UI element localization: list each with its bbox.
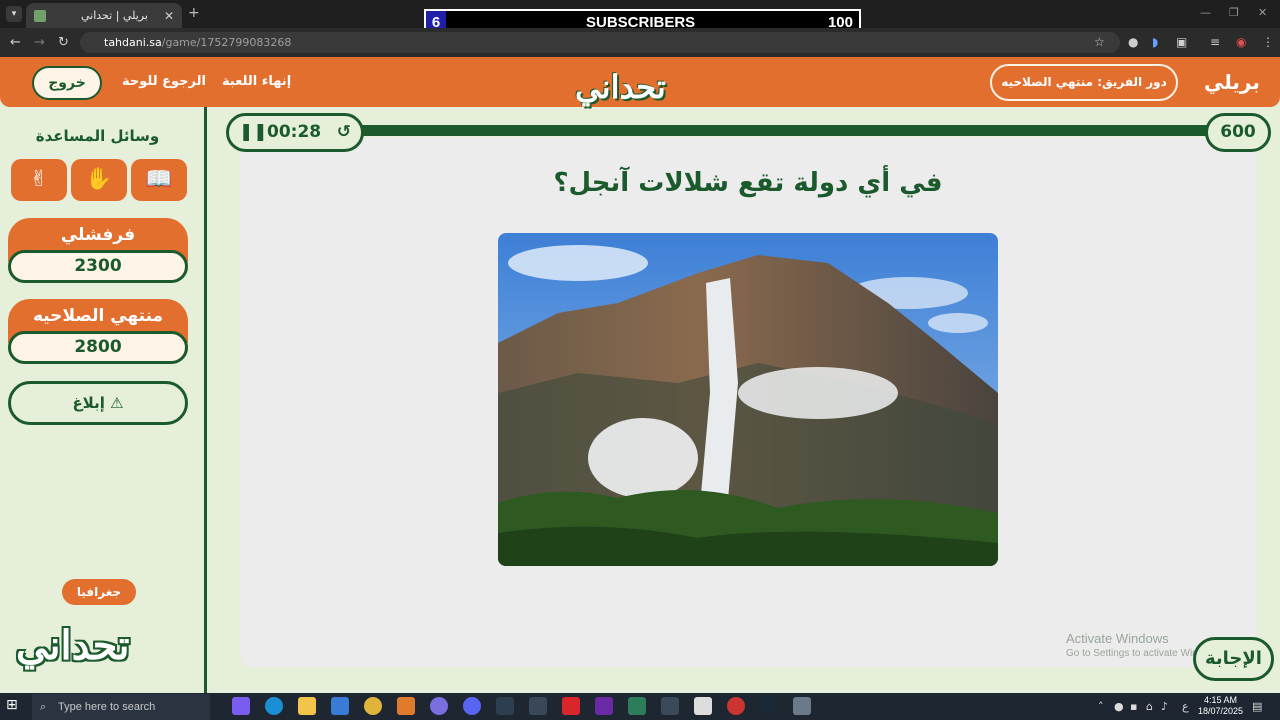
report-label: إبلاغ bbox=[72, 394, 105, 412]
favicon-icon bbox=[34, 9, 46, 22]
turn-team: منتهي الصلاحيه bbox=[1001, 75, 1094, 89]
volume-icon[interactable]: ♪ bbox=[1161, 700, 1168, 713]
reset-timer-icon[interactable]: ↺ bbox=[337, 116, 351, 149]
steam-icon[interactable] bbox=[760, 697, 778, 715]
copilot-icon[interactable] bbox=[232, 697, 250, 715]
taskbar-search-placeholder: Type here to search bbox=[58, 701, 156, 713]
app-icon[interactable] bbox=[793, 697, 811, 715]
warning-icon: ⚠ bbox=[110, 394, 124, 412]
back-to-board-button[interactable]: الرجوع للوحة bbox=[122, 74, 206, 89]
tab-title: بريلي | تحداني bbox=[81, 9, 148, 22]
tray-app-icon[interactable]: ▪ bbox=[1130, 700, 1137, 713]
windows-start-icon[interactable]: ⊞ bbox=[6, 697, 18, 713]
report-button[interactable]: إبلاغ ⚠ bbox=[8, 381, 188, 425]
app-icon[interactable] bbox=[562, 697, 580, 715]
tab-search-button[interactable]: ▾ bbox=[6, 6, 22, 22]
reload-icon[interactable]: ↻ bbox=[58, 35, 69, 50]
extensions-puzzle-icon[interactable]: ▣ bbox=[1176, 35, 1187, 49]
app-icon[interactable] bbox=[595, 697, 613, 715]
help-tools-title: وسائل المساعدة bbox=[35, 127, 160, 145]
extension-icon[interactable]: ● bbox=[1128, 35, 1138, 49]
sound-extension-icon[interactable]: ◗ bbox=[1152, 35, 1158, 49]
tray-chevron-icon[interactable]: ˄ bbox=[1098, 700, 1104, 713]
pause-icon[interactable]: ❚❚ bbox=[239, 116, 268, 149]
timer-value: 00:28 bbox=[267, 122, 322, 142]
clock-date: 18/07/2025 bbox=[1198, 706, 1244, 716]
category-badge: جغرافيا bbox=[62, 579, 136, 605]
timer: ❚❚ 00:28 ↺ bbox=[226, 113, 364, 152]
timer-track bbox=[340, 125, 1220, 136]
book-icon[interactable]: 📖 bbox=[131, 159, 187, 201]
clock-time: 4:15 AM bbox=[1204, 695, 1238, 705]
question-text: في أي دولة تقع شلالات آنجل؟ bbox=[553, 168, 943, 198]
file-explorer-icon[interactable] bbox=[298, 697, 316, 715]
address-bar[interactable]: tahdani.sa/game/1752799083268 bbox=[80, 32, 1120, 53]
edge-icon[interactable] bbox=[265, 697, 283, 715]
exit-button[interactable]: خروج bbox=[32, 66, 102, 100]
hand-icon[interactable]: ✋ bbox=[71, 159, 127, 201]
back-icon[interactable]: ← bbox=[10, 35, 21, 50]
minimize-icon[interactable]: — bbox=[1200, 6, 1211, 19]
close-window-icon[interactable]: ✕ bbox=[1258, 6, 1267, 19]
turn-label: دور الفريق: bbox=[1097, 75, 1167, 89]
chrome-icon[interactable] bbox=[364, 697, 382, 715]
app-icon[interactable] bbox=[694, 697, 712, 715]
app-icon[interactable] bbox=[529, 697, 547, 715]
app-icon[interactable] bbox=[628, 697, 646, 715]
discord-icon[interactable] bbox=[430, 697, 448, 715]
taskbar-clock[interactable]: 4:15 AM 18/07/2025 bbox=[1198, 695, 1243, 717]
store-icon[interactable] bbox=[331, 697, 349, 715]
game-name: بريلي bbox=[1204, 70, 1260, 94]
peace-icon[interactable]: ✌ bbox=[11, 159, 67, 201]
notifications-icon[interactable]: ▤ bbox=[1252, 700, 1262, 713]
turn-indicator: دور الفريق: منتهي الصلاحيه bbox=[990, 64, 1178, 101]
sidebar-logo: تحداني bbox=[16, 622, 130, 669]
show-answer-button[interactable]: الإجابة bbox=[1193, 637, 1274, 681]
input-language[interactable]: ع bbox=[1182, 700, 1189, 713]
bookmark-star-icon[interactable]: ☆ bbox=[1094, 35, 1105, 49]
app-icon[interactable] bbox=[727, 697, 745, 715]
reading-list-icon[interactable]: ≡ bbox=[1210, 35, 1220, 49]
restore-icon[interactable]: ❐ bbox=[1229, 6, 1239, 19]
browser-tab[interactable]: بريلي | تحداني ✕ bbox=[26, 3, 182, 28]
team-score: 2800 bbox=[8, 331, 188, 364]
team-score: 2300 bbox=[8, 250, 188, 283]
url-host: tahdani.sa bbox=[104, 36, 162, 49]
profile-avatar-icon[interactable]: ◉ bbox=[1236, 35, 1246, 49]
browser-menu-icon[interactable]: ⋮ bbox=[1262, 35, 1274, 49]
app-icon[interactable] bbox=[661, 697, 679, 715]
search-icon: ⌕ bbox=[40, 701, 47, 713]
taskbar-search[interactable]: ⌕ Type here to search bbox=[32, 694, 210, 720]
question-image bbox=[498, 233, 998, 566]
app-icon[interactable] bbox=[496, 697, 514, 715]
tab-close-icon[interactable]: ✕ bbox=[164, 9, 174, 23]
discord-icon[interactable] bbox=[463, 697, 481, 715]
new-tab-button[interactable]: + bbox=[188, 5, 200, 21]
end-game-button[interactable]: إنهاء اللعبة bbox=[222, 74, 291, 89]
app-icon[interactable] bbox=[397, 697, 415, 715]
network-icon[interactable]: ⌂ bbox=[1146, 700, 1153, 713]
forward-icon[interactable]: → bbox=[34, 35, 45, 50]
url-path: /game/1752799083268 bbox=[161, 36, 292, 49]
header-logo: تحداني bbox=[575, 68, 666, 106]
microphone-icon[interactable]: ● bbox=[1114, 700, 1124, 713]
question-points: 600 bbox=[1205, 113, 1271, 152]
